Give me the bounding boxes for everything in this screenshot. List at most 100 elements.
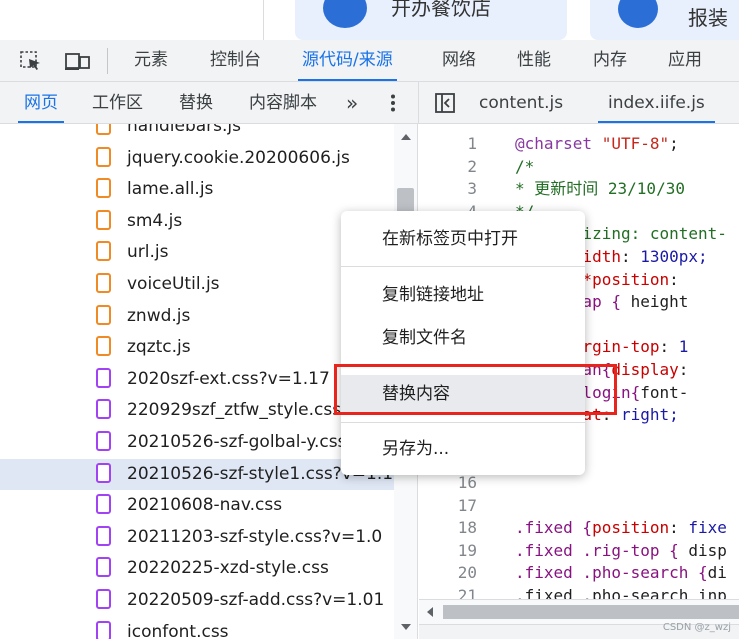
tab-application[interactable]: 应用 <box>668 40 702 81</box>
service-card-label: 报装 <box>688 6 728 30</box>
service-icon <box>323 0 367 28</box>
line-number[interactable]: 20 <box>447 561 477 584</box>
scroll-down-icon[interactable] <box>401 624 411 630</box>
file-tree-item[interactable]: iconfont.css <box>0 617 394 639</box>
tab-performance[interactable]: 性能 <box>517 40 551 81</box>
file-name: url.js <box>127 242 169 263</box>
line-number[interactable]: 19 <box>447 539 477 562</box>
tab-page[interactable]: 网页 <box>18 82 64 123</box>
file-name: sm4.js <box>127 210 183 231</box>
file-tree-item[interactable]: sm4.js <box>0 206 394 237</box>
file-tree-item[interactable]: url.js <box>0 237 394 268</box>
code-text: .fixed .rig-top { disp <box>515 540 727 560</box>
toggle-navigator-icon[interactable] <box>435 93 455 117</box>
tab-network[interactable]: 网络 <box>442 40 476 81</box>
js-file-icon <box>96 146 111 167</box>
menu-separator <box>341 266 585 267</box>
device-toolbar-icon[interactable] <box>65 51 91 75</box>
service-card-restaurant[interactable]: 开办餐饮店 <box>295 0 567 40</box>
file-name: 20220225-xzd-style.css <box>127 558 329 579</box>
code-text: .fixed .pho-search {di <box>515 563 727 583</box>
more-options-icon[interactable] <box>390 94 396 116</box>
css-file-icon <box>96 431 111 451</box>
tab-elements[interactable]: 元素 <box>134 40 168 81</box>
editor-tab-content-js[interactable]: content.js <box>479 82 563 123</box>
file-name: 20211203-szf-style.css?v=1.0 <box>127 526 383 547</box>
css-file-icon <box>96 525 111 546</box>
file-tree-item[interactable]: jquery.cookie.20200606.js <box>0 143 394 174</box>
tab-workspace[interactable]: 工作区 <box>92 82 143 123</box>
file-tree-item[interactable]: zqztc.js <box>0 332 394 363</box>
file-tree-item[interactable]: lame.all.js <box>0 174 394 205</box>
code-line: 2 /* <box>419 155 739 178</box>
devtools-main-tabbar: 元素 控制台 源代码/来源 网络 性能 内存 应用 <box>0 40 739 82</box>
css-file-icon <box>96 462 111 483</box>
file-tree-item[interactable]: voiceUtil.js <box>0 269 394 300</box>
tab-sources[interactable]: 源代码/来源 <box>298 40 397 81</box>
file-tree-item[interactable]: 20210526-szf-golbal-y.css <box>0 427 394 458</box>
watermark: CSDN @z_wzj <box>662 622 731 633</box>
file-tree-item[interactable]: 20210526-szf-style1.css?v=1.10 <box>0 458 404 490</box>
editor-scrollbar-thumb[interactable] <box>443 605 739 619</box>
file-name: lame.all.js <box>127 179 214 200</box>
service-card-install[interactable]: 报装 <box>590 0 739 40</box>
line-number[interactable]: 2 <box>447 155 477 178</box>
line-number[interactable]: 18 <box>447 516 477 539</box>
tab-content-scripts[interactable]: 内容脚本 <box>249 82 317 123</box>
code-line: 17 <box>419 494 739 517</box>
line-number[interactable]: 1 <box>447 132 477 155</box>
menu-copy-link-address[interactable]: 复制链接地址 <box>341 276 585 314</box>
file-tree-item[interactable]: handlebars.js <box>0 124 394 142</box>
website-divider <box>263 0 264 40</box>
file-tree-item[interactable]: 20211203-szf-style.css?v=1.0 <box>0 522 394 553</box>
menu-open-in-new-tab[interactable]: 在新标签页中打开 <box>341 220 585 258</box>
file-name: handlebars.js <box>127 124 241 136</box>
menu-copy-file-name[interactable]: 复制文件名 <box>341 319 585 357</box>
css-file-icon <box>96 620 111 639</box>
code-text: @charset "UTF-8"; <box>515 134 679 153</box>
line-number[interactable]: 3 <box>447 177 477 200</box>
file-tree-item[interactable]: znwd.js <box>0 301 394 332</box>
scroll-left-icon[interactable] <box>427 607 433 617</box>
css-file-icon <box>96 589 111 609</box>
tab-memory[interactable]: 内存 <box>593 40 627 81</box>
context-menu: 在新标签页中打开 复制链接地址 复制文件名 替换内容 另存为... <box>341 211 585 475</box>
file-name: 20220509-szf-add.css?v=1.01 <box>127 590 385 610</box>
toolbar-divider <box>107 48 108 74</box>
file-name: znwd.js <box>127 305 191 326</box>
js-file-icon <box>96 241 111 262</box>
editor-tab-index-iife-js[interactable]: index.iife.js <box>598 82 715 123</box>
website-strip: 开办餐饮店 报装 <box>0 0 739 40</box>
menu-save-as[interactable]: 另存为... <box>341 430 585 468</box>
editor-horizontal-scrollbar[interactable] <box>419 599 739 624</box>
inspect-element-icon[interactable] <box>20 51 42 75</box>
service-card-label: 开办餐饮店 <box>391 0 491 20</box>
tab-overrides[interactable]: 替换 <box>179 82 213 123</box>
file-tree-item[interactable]: 20220225-xzd-style.css <box>0 553 394 584</box>
file-name: 20210526-szf-golbal-y.css <box>127 432 347 452</box>
js-file-icon <box>96 336 111 357</box>
js-file-icon <box>96 178 111 199</box>
css-file-icon <box>96 399 111 420</box>
file-tree-item[interactable]: 20210608-nav.css <box>0 490 394 521</box>
css-file-icon <box>96 367 111 388</box>
more-tabs-button[interactable]: » <box>346 82 358 123</box>
file-name: 20210608-nav.css <box>127 495 283 516</box>
line-number[interactable]: 17 <box>447 494 477 517</box>
file-name: 220929szf_ztfw_style.css <box>127 400 342 421</box>
css-file-icon <box>96 557 111 578</box>
file-tree-item[interactable]: 20220509-szf-add.css?v=1.01 <box>0 585 394 616</box>
code-line: 20 .fixed .pho-search {di <box>419 561 739 584</box>
css-file-icon <box>96 494 111 515</box>
sources-subtabbar: 网页 工作区 替换 内容脚本 » content.js index.iife.j… <box>0 82 739 124</box>
flame-icon <box>618 0 658 28</box>
file-name: jquery.cookie.20200606.js <box>127 147 350 168</box>
code-line: 18 .fixed {position: fixe <box>419 516 739 539</box>
js-file-icon <box>96 209 111 230</box>
scroll-up-icon[interactable] <box>401 134 411 140</box>
tab-console[interactable]: 控制台 <box>210 40 261 81</box>
file-name: 2020szf-ext.css?v=1.17 <box>127 368 330 389</box>
code-text: * 更新时间 23/10/30 <box>515 179 685 199</box>
file-name: voiceUtil.js <box>127 274 220 294</box>
js-file-icon <box>96 273 111 293</box>
